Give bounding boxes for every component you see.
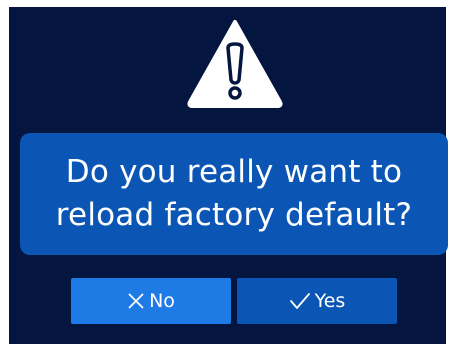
close-x-icon [127, 292, 145, 310]
checkmark-icon [289, 292, 311, 310]
dialog-message: Do you really want to reload factory def… [55, 154, 413, 233]
yes-button[interactable]: Yes [237, 278, 397, 324]
message-box: Do you really want to reload factory def… [20, 133, 448, 255]
dialog-screen: Do you really want to reload factory def… [9, 7, 448, 344]
no-button[interactable]: No [71, 278, 231, 324]
no-button-label: No [149, 290, 175, 312]
yes-button-label: Yes [314, 290, 346, 312]
warning-triangle-icon [187, 20, 283, 108]
